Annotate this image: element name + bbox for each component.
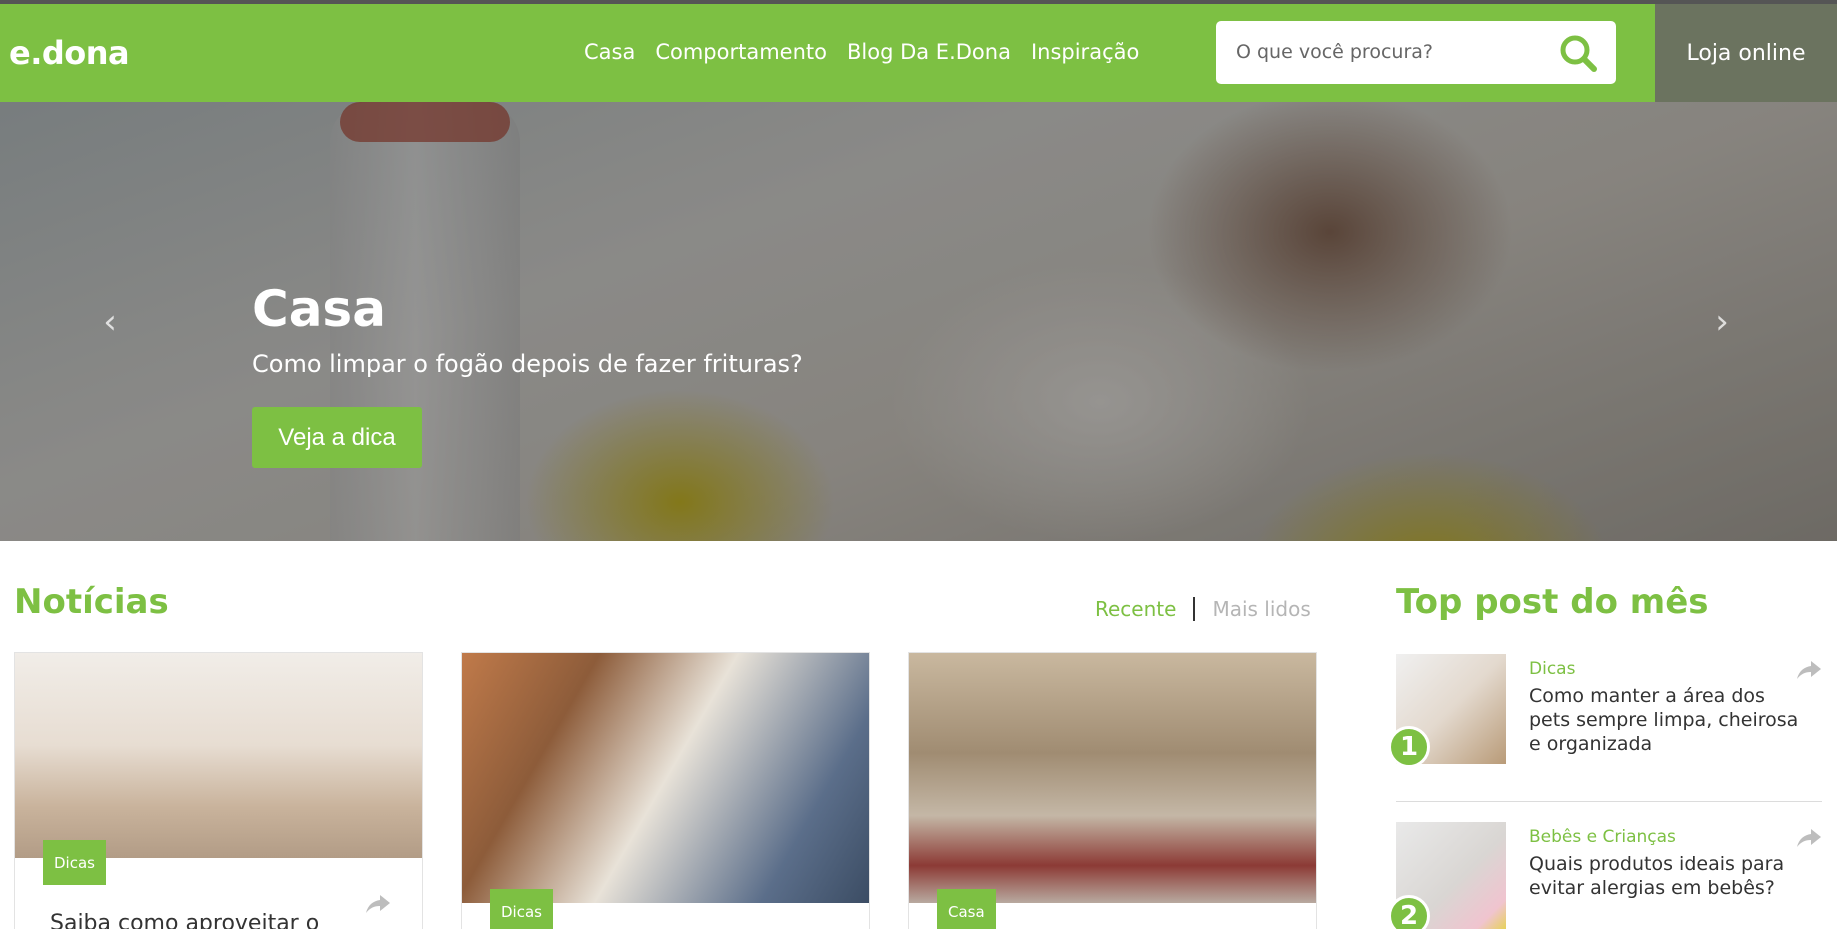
nav-item-inspiracao[interactable]: Inspiração xyxy=(1031,40,1139,64)
tab-most-read[interactable]: Mais lidos xyxy=(1212,597,1310,621)
news-card-image[interactable] xyxy=(462,653,869,903)
hero-banner: ‹ › Casa Como limpar o fogão depois de f… xyxy=(0,102,1837,541)
news-section-title: Notícias xyxy=(14,582,169,622)
top-post-divider xyxy=(1396,801,1822,802)
top-post-item[interactable]: 1 Dicas Como manter a área dos pets semp… xyxy=(1388,654,1822,774)
news-card[interactable]: Dicas Saiba como aproveitar o xyxy=(14,652,423,929)
nav-item-blog[interactable]: Blog Da E.Dona xyxy=(847,40,1011,64)
share-icon[interactable] xyxy=(1796,827,1822,849)
top-post-category[interactable]: Dicas xyxy=(1529,659,1575,679)
top-post-title[interactable]: Como manter a área dos pets sempre limpa… xyxy=(1529,684,1799,756)
hero-subtitle: Como limpar o fogão depois de fazer frit… xyxy=(252,350,803,378)
top-post-item[interactable]: 2 Bebês e Crianças Quais produtos ideais… xyxy=(1388,822,1822,929)
rank-badge: 1 xyxy=(1388,726,1430,768)
news-card[interactable]: Casa xyxy=(908,652,1317,929)
search-icon[interactable] xyxy=(1558,33,1598,73)
rank-badge: 2 xyxy=(1388,895,1430,929)
site-logo[interactable]: e.dona xyxy=(9,34,130,72)
top-post-category[interactable]: Bebês e Crianças xyxy=(1529,827,1676,847)
tab-divider xyxy=(1193,597,1196,621)
share-icon[interactable] xyxy=(365,893,391,915)
chevron-left-icon[interactable]: ‹ xyxy=(95,305,125,339)
news-card-image[interactable] xyxy=(15,653,422,858)
top-post-title[interactable]: Quais produtos ideais para evitar alergi… xyxy=(1529,852,1799,900)
site-header: e.dona Casa Comportamento Blog Da E.Dona… xyxy=(0,4,1837,102)
search-box xyxy=(1216,21,1616,84)
news-card[interactable]: Dicas xyxy=(461,652,870,929)
hero-category: Casa xyxy=(252,280,386,338)
share-icon[interactable] xyxy=(1796,659,1822,681)
main-nav: Casa Comportamento Blog Da E.Dona Inspir… xyxy=(584,40,1139,64)
news-card-title[interactable]: Saiba como aproveitar o xyxy=(50,911,319,929)
category-badge[interactable]: Casa xyxy=(937,889,996,929)
nav-item-casa[interactable]: Casa xyxy=(584,40,635,64)
category-badge[interactable]: Dicas xyxy=(490,889,553,929)
category-badge[interactable]: Dicas xyxy=(43,840,106,885)
top-posts-title: Top post do mês xyxy=(1396,582,1709,622)
news-tabs: Recente Mais lidos xyxy=(1095,597,1311,621)
nav-item-comportamento[interactable]: Comportamento xyxy=(655,40,827,64)
hero-cta-button[interactable]: Veja a dica xyxy=(252,407,422,468)
store-button[interactable]: Loja online xyxy=(1655,4,1837,102)
chevron-right-icon[interactable]: › xyxy=(1707,305,1737,339)
news-card-image[interactable] xyxy=(909,653,1316,903)
search-input[interactable] xyxy=(1236,35,1556,69)
tab-recent[interactable]: Recente xyxy=(1095,597,1176,621)
